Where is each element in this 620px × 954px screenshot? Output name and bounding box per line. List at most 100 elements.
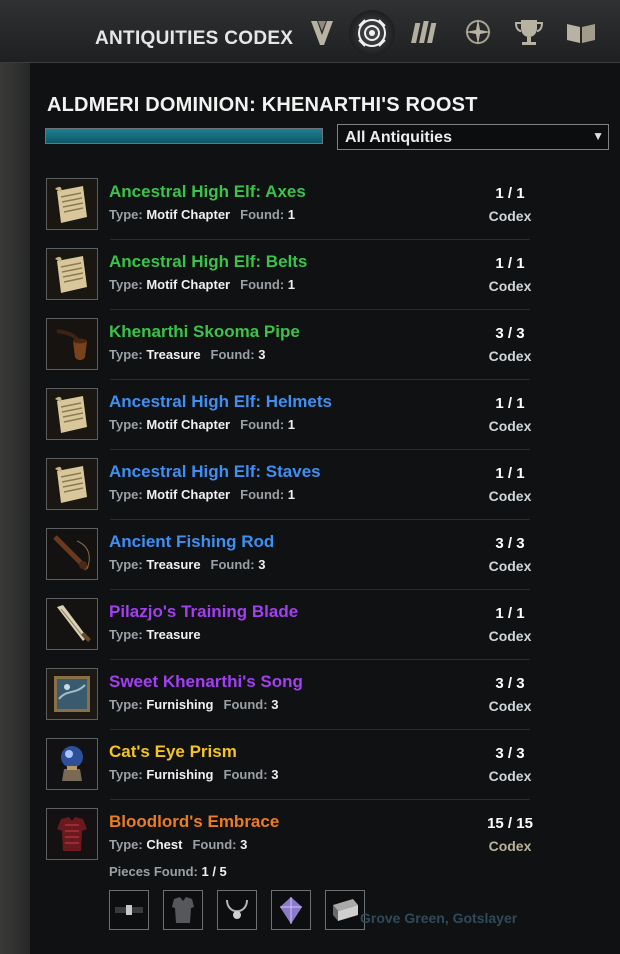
codex-count: 3 / 3 xyxy=(495,675,525,692)
codex-label: Codex xyxy=(488,418,532,434)
codex-label: Codex xyxy=(488,488,532,504)
antiquity-meta: Type: Treasure xyxy=(109,627,201,642)
antiquity-name: Ancestral High Elf: Axes xyxy=(109,182,306,201)
codex-count: 1 / 1 xyxy=(495,255,525,272)
scroll-icon xyxy=(46,248,98,300)
top-bar: ANTIQUITIES CODEX xyxy=(0,0,620,63)
pipe-icon xyxy=(46,318,98,370)
antiquity-name: Ancient Fishing Rod xyxy=(109,532,275,551)
background-zone-text: Grove Green, Gotslayer xyxy=(360,910,518,926)
found-label: Found: xyxy=(192,837,237,852)
antiquity-meta: Type: Furnishing Found: 3 xyxy=(109,697,278,712)
trophy-icon[interactable] xyxy=(509,12,549,52)
necklace-icon[interactable] xyxy=(217,890,257,930)
scroll-icon xyxy=(46,388,98,440)
painting-icon xyxy=(46,668,98,720)
found-value: 3 xyxy=(240,837,248,852)
antiquity-row[interactable]: Cat's Eye Prism Type: Furnishing Found: 3 3… xyxy=(40,730,531,800)
codex-label: Codex xyxy=(488,698,532,714)
zone-progress-bar xyxy=(45,128,323,144)
alliance-emblem-icon[interactable] xyxy=(302,12,342,52)
antiquity-meta: Type: Furnishing Found: 3 xyxy=(109,767,278,782)
found-label: Found: xyxy=(210,557,255,572)
found-label: Found: xyxy=(210,347,255,362)
antiquity-row[interactable]: Ancestral High Elf: Axes Type: Motif Chap… xyxy=(40,170,531,240)
antiquity-name: Cat's Eye Prism xyxy=(109,742,237,761)
zone-progress-fill xyxy=(46,129,322,143)
antiquity-row[interactable]: Ancestral High Elf: Staves Type: Motif Ch… xyxy=(40,450,531,520)
antiquity-meta: Type: Treasure Found: 3 xyxy=(109,557,265,572)
codex-count: 1 / 1 xyxy=(495,465,525,482)
antiquity-row[interactable]: Sweet Khenarthi's Song Type: Furnishing Fo… xyxy=(40,660,531,730)
codex-label: Codex xyxy=(488,768,532,784)
antiquity-meta: Type: Treasure Found: 3 xyxy=(109,347,265,362)
found-value: 1 xyxy=(287,487,296,502)
antiquity-name: Ancestral High Elf: Helmets xyxy=(109,392,332,411)
antiquity-row[interactable]: Khenarthi Skooma Pipe Type: Treasure Found… xyxy=(40,310,531,380)
prism-icon xyxy=(46,738,98,790)
antiquity-name: Ancestral High Elf: Staves xyxy=(109,462,321,481)
type-label: Type: xyxy=(109,767,143,782)
type-value: Furnishing xyxy=(146,697,214,712)
type-value: Motif Chapter xyxy=(146,487,231,502)
open-book-icon[interactable] xyxy=(561,12,601,52)
scroll-icon xyxy=(46,458,98,510)
codex-count: 3 / 3 xyxy=(495,535,525,552)
filter-selected-value: All Antiquities xyxy=(345,129,452,146)
scrolls-icon[interactable] xyxy=(408,12,448,52)
found-value: 3 xyxy=(271,697,279,712)
type-value: Treasure xyxy=(146,347,201,362)
antiquity-lens-icon[interactable] xyxy=(349,10,395,56)
pieces-found: Pieces Found: 1 / 5 xyxy=(109,864,227,879)
codex-count: 3 / 3 xyxy=(495,745,525,762)
antiquity-name: Khenarthi Skooma Pipe xyxy=(109,322,300,341)
antiquity-meta: Type: Motif Chapter Found: 1 xyxy=(109,417,295,432)
antiquity-row[interactable]: Bloodlord's Embrace Type: Chest Found: 3 15… xyxy=(40,800,533,870)
type-label: Type: xyxy=(109,277,143,292)
fishing-rod-icon xyxy=(46,528,98,580)
type-label: Type: xyxy=(109,697,143,712)
found-value: 1 xyxy=(287,207,296,222)
gem-icon[interactable] xyxy=(271,890,311,930)
type-value: Motif Chapter xyxy=(146,417,231,432)
found-label: Found: xyxy=(223,767,268,782)
antiquity-meta: Type: Motif Chapter Found: 1 xyxy=(109,277,295,292)
found-label: Found: xyxy=(240,207,285,222)
codex-count: 1 / 1 xyxy=(495,185,525,202)
codex-label: Codex xyxy=(488,348,532,364)
pieces-found-value: 1 / 5 xyxy=(201,864,227,879)
antiquity-name: Pilazjo's Training Blade xyxy=(109,602,299,621)
scroll-icon xyxy=(46,178,98,230)
antiquity-name: Bloodlord's Embrace xyxy=(109,812,280,831)
found-label: Found: xyxy=(240,277,285,292)
found-value: 3 xyxy=(258,557,266,572)
type-label: Type: xyxy=(109,627,143,642)
armor-chest-icon xyxy=(46,808,98,860)
type-value: Furnishing xyxy=(146,767,214,782)
codex-label: Codex xyxy=(488,208,532,224)
antiquity-row[interactable]: Pilazjo's Training Blade Type: Treasure 1 … xyxy=(40,590,531,660)
antiquity-row[interactable]: Ancestral High Elf: Belts Type: Motif Cha… xyxy=(40,240,531,310)
type-value: Treasure xyxy=(146,627,201,642)
antiquity-meta: Type: Motif Chapter Found: 1 xyxy=(109,487,295,502)
antiquity-name: Sweet Khenarthi's Song xyxy=(109,672,303,691)
type-value: Chest xyxy=(146,837,183,852)
antiquity-row[interactable]: Ancient Fishing Rod Type: Treasure Found: … xyxy=(40,520,531,590)
blade-icon xyxy=(46,598,98,650)
belt-icon[interactable] xyxy=(109,890,149,930)
tome-icon[interactable] xyxy=(325,890,365,930)
antiquity-filter-dropdown[interactable]: All Antiquities ▼ xyxy=(337,124,609,150)
codex-title: ANTIQUITIES CODEX xyxy=(95,28,294,49)
type-label: Type: xyxy=(109,487,143,502)
codex-label: Codex xyxy=(488,628,532,644)
found-label: Found: xyxy=(240,487,285,502)
found-value: 3 xyxy=(271,767,279,782)
codex-label: Codex xyxy=(488,278,532,294)
codex-count: 1 / 1 xyxy=(495,605,525,622)
chest-piece-icon[interactable] xyxy=(163,890,203,930)
type-value: Motif Chapter xyxy=(146,277,231,292)
found-value: 1 xyxy=(287,417,296,432)
compass-star-icon[interactable] xyxy=(458,12,498,52)
antiquity-row[interactable]: Ancestral High Elf: Helmets Type: Motif C… xyxy=(40,380,531,450)
type-value: Treasure xyxy=(146,557,201,572)
